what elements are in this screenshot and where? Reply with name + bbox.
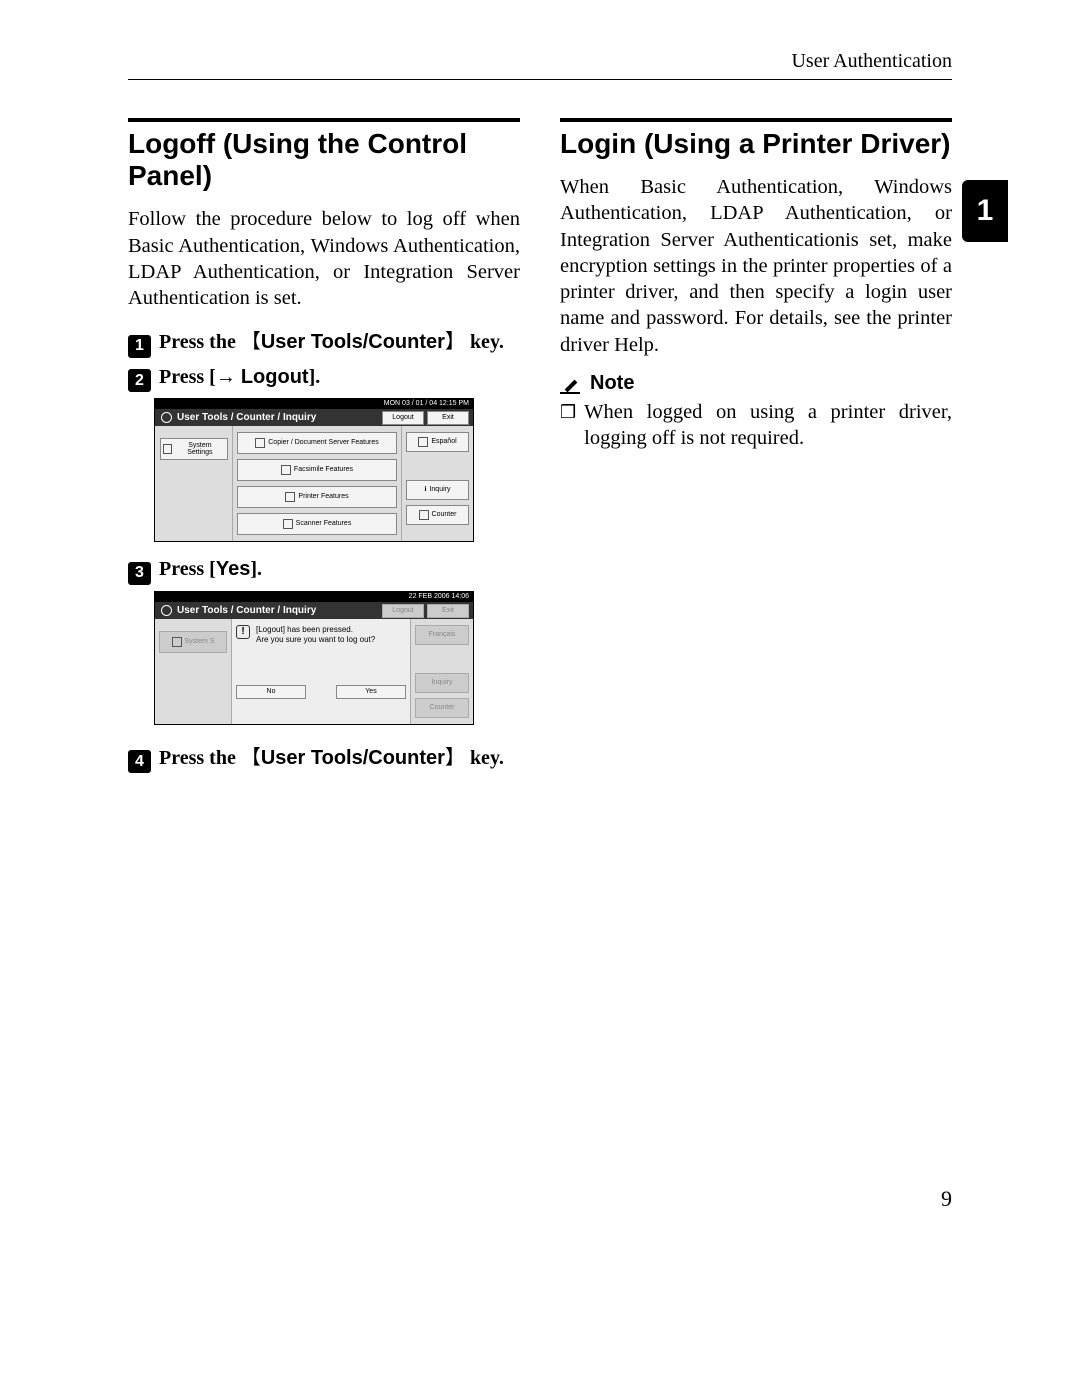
logout-button[interactable]: Logout [382, 411, 424, 425]
spacer [415, 650, 469, 668]
counter-button[interactable]: Counter [406, 505, 469, 525]
screenshot2-timestamp: 22 FEB 2006 14:06 [155, 592, 473, 602]
inquiry-button[interactable]: i Inquiry [406, 480, 469, 500]
pencil-icon [560, 372, 582, 394]
right-body: When Basic Authentication, Windows Authe… [560, 174, 952, 358]
screenshot1-title: User Tools / Counter / Inquiry [177, 412, 316, 423]
page-number: 9 [941, 1186, 952, 1212]
tools-icon [172, 637, 182, 647]
copier-features-label: Copier / Document Server Features [268, 439, 379, 447]
left-column: Logoff (Using the Control Panel) Follow … [128, 118, 520, 779]
printer-features-button[interactable]: Printer Features [237, 486, 397, 508]
step-4-pre: Press the [159, 747, 241, 769]
yes-button[interactable]: Yes [336, 685, 406, 699]
system-settings-trunc: System S [185, 638, 215, 646]
close-bracket: 】 [445, 331, 465, 353]
fax-features-button[interactable]: Facsimile Features [237, 459, 397, 481]
right-section-title: Login (Using a Printer Driver) [560, 128, 952, 160]
tools-icon [163, 444, 173, 454]
step-badge-2: 2 [128, 369, 151, 392]
logout-button-disabled: Logout [382, 604, 424, 618]
screenshot1-timestamp: MON 03 / 01 / 04 12:15 PM [155, 399, 473, 409]
left-intro: Follow the procedure below to log off wh… [128, 206, 520, 311]
printer-icon [285, 492, 295, 502]
language-button[interactable]: Español [406, 432, 469, 452]
confirm-message: ! [Logout] has been pressed. Are you sur… [236, 625, 406, 646]
open-bracket: 【 [241, 331, 261, 353]
inquiry-button-disabled: Inquiry [415, 673, 469, 693]
screenshot-user-tools: MON 03 / 01 / 04 12:15 PM User Tools / C… [154, 398, 474, 542]
step-1-key: User Tools/Counter [261, 331, 445, 353]
copier-icon [255, 438, 265, 448]
copier-features-button[interactable]: Copier / Document Server Features [237, 432, 397, 454]
language-button-disabled: Français [415, 625, 469, 645]
screenshot-logout-confirm: 22 FEB 2006 14:06 User Tools / Counter /… [154, 591, 474, 725]
step-1: 1 Press the 【User Tools/Counter】 key. [128, 325, 520, 356]
note-label: Note [590, 372, 634, 395]
printer-features-label: Printer Features [298, 493, 348, 501]
fax-icon [281, 465, 291, 475]
screenshot2-top-actions: Logout Exit [382, 604, 469, 618]
scanner-icon [283, 519, 293, 529]
step-2-text: Press [→ Logout]. [159, 366, 320, 389]
alert-icon: ! [236, 625, 250, 639]
globe-icon [418, 437, 428, 447]
step-1-text: Press the 【User Tools/Counter】 key. [159, 325, 504, 354]
step-3: 3 Press [Yes]. [128, 558, 520, 583]
scanner-features-label: Scanner Features [296, 520, 352, 528]
header-section-label: User Authentication [128, 50, 952, 73]
screenshot2-title: User Tools / Counter / Inquiry [177, 605, 316, 616]
note-text: When logged on using a printer driver, l… [584, 399, 952, 451]
note-bullet-icon: ❒ [560, 399, 576, 451]
step-1-pre: Press the [159, 331, 241, 353]
close-bracket: 】 [445, 747, 465, 769]
step-2-pre: Press [ [159, 366, 216, 388]
step-2-key: Logout [241, 366, 309, 388]
step-badge-1: 1 [128, 335, 151, 358]
arrow-icon: → [216, 366, 241, 388]
exit-button-disabled: Exit [427, 604, 469, 618]
confirm-line2: Are you sure you want to log out? [256, 635, 375, 644]
counter-label: Counter [432, 511, 457, 519]
exit-button[interactable]: Exit [427, 411, 469, 425]
note-item: ❒ When logged on using a printer driver,… [560, 399, 952, 451]
spacer [406, 457, 469, 475]
inquiry-label: Inquiry [429, 486, 450, 494]
fax-features-label: Facsimile Features [294, 466, 353, 474]
step-3-post: ]. [250, 558, 262, 580]
chapter-tab: 1 [962, 180, 1008, 242]
step-3-key: Yes [216, 558, 250, 580]
page-header: User Authentication [128, 50, 952, 80]
step-4: 4 Press the 【User Tools/Counter】 key. [128, 741, 520, 772]
confirm-line1: [Logout] has been pressed. [256, 625, 353, 634]
gear-icon [161, 412, 172, 423]
right-column: Login (Using a Printer Driver) When Basi… [560, 118, 952, 779]
no-button[interactable]: No [236, 685, 306, 699]
left-section-title: Logoff (Using the Control Panel) [128, 128, 520, 192]
step-3-text: Press [Yes]. [159, 558, 262, 581]
step-2: 2 Press [→ Logout]. [128, 366, 520, 391]
screenshot1-top-actions: Logout Exit [382, 411, 469, 425]
step-1-post: key. [465, 331, 504, 353]
gear-icon [161, 605, 172, 616]
system-settings-button[interactable]: System Settings [160, 438, 228, 460]
section-rule [560, 118, 952, 122]
counter-icon [419, 510, 429, 520]
system-settings-label: System Settings [175, 442, 224, 457]
step-4-text: Press the 【User Tools/Counter】 key. [159, 741, 504, 770]
step-badge-3: 3 [128, 562, 151, 585]
step-3-pre: Press [ [159, 558, 216, 580]
step-4-post: key. [465, 747, 504, 769]
note-heading: Note [560, 372, 952, 395]
system-settings-disabled: System S [159, 631, 227, 653]
step-badge-4: 4 [128, 750, 151, 773]
counter-button-disabled: Counter [415, 698, 469, 718]
language-label: Español [431, 438, 456, 446]
info-icon: i [425, 486, 427, 494]
step-2-post: ]. [309, 366, 321, 388]
step-4-key: User Tools/Counter [261, 747, 445, 769]
section-rule [128, 118, 520, 122]
scanner-features-button[interactable]: Scanner Features [237, 513, 397, 535]
open-bracket: 【 [241, 747, 261, 769]
